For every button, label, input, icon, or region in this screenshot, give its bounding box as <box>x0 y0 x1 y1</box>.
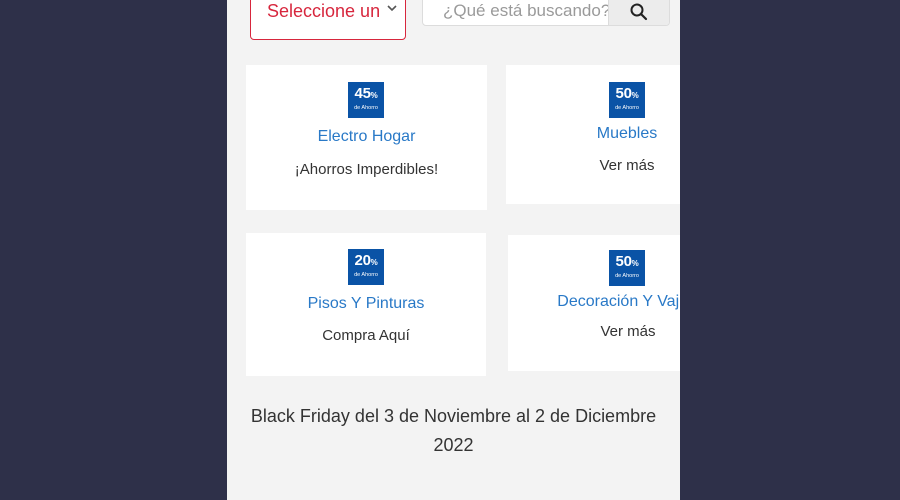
chevron-down-icon <box>387 5 397 12</box>
card-title[interactable]: Electro Hogar <box>246 128 487 146</box>
category-select-value: Seleccione un <box>267 1 381 21</box>
badge-percent: 50 <box>615 85 632 102</box>
promo-card-muebles[interactable]: 50% de Ahorro Muebles Ver más <box>506 65 680 204</box>
badge-percent: 45 <box>354 85 371 102</box>
promo-card-pisos-y-pinturas[interactable]: 20% de Ahorro Pisos Y Pinturas Compra Aq… <box>246 233 486 376</box>
discount-badge: 50% de Ahorro <box>609 82 645 118</box>
card-title[interactable]: Pisos Y Pinturas <box>246 295 486 313</box>
badge-percent: 50 <box>615 253 632 270</box>
promo-card-electro-hogar[interactable]: 45% de Ahorro Electro Hogar ¡Ahorros Imp… <box>246 65 487 210</box>
card-title[interactable]: Muebles <box>506 125 680 143</box>
promo-card-decoracion-y-vajilla[interactable]: 50% de Ahorro Decoración Y Vajilla Ver m… <box>508 235 680 371</box>
black-friday-dates-line2: 2022 <box>433 435 474 455</box>
discount-badge: 20% de Ahorro <box>348 249 384 285</box>
search-icon <box>630 3 648 21</box>
card-subtitle: ¡Ahorros Imperdibles! <box>294 161 439 178</box>
discount-badge: 50% de Ahorro <box>609 250 645 286</box>
category-select[interactable]: Seleccione un <box>250 0 406 40</box>
card-subtitle: Ver más <box>599 157 655 174</box>
search-input[interactable] <box>423 0 610 25</box>
discount-badge: 45% de Ahorro <box>348 82 384 118</box>
card-subtitle: Ver más <box>600 323 656 340</box>
badge-percent: 20 <box>354 252 371 269</box>
mobile-viewport: Seleccione un 45% de Ahorro Electro Hoga… <box>227 0 680 500</box>
black-friday-dates-line1: Black Friday del 3 de Noviembre al 2 de … <box>250 406 657 426</box>
search-bar <box>422 0 670 26</box>
badge-caption: de Ahorro <box>354 272 378 278</box>
card-subtitle: Compra Aquí <box>322 327 410 344</box>
search-button[interactable] <box>608 0 669 25</box>
badge-caption: de Ahorro <box>615 105 639 111</box>
badge-caption: de Ahorro <box>354 105 378 111</box>
black-friday-dates: Black Friday del 3 de Noviembre al 2 de … <box>227 402 680 460</box>
card-title[interactable]: Decoración Y Vajilla <box>508 293 680 311</box>
badge-caption: de Ahorro <box>615 273 639 279</box>
